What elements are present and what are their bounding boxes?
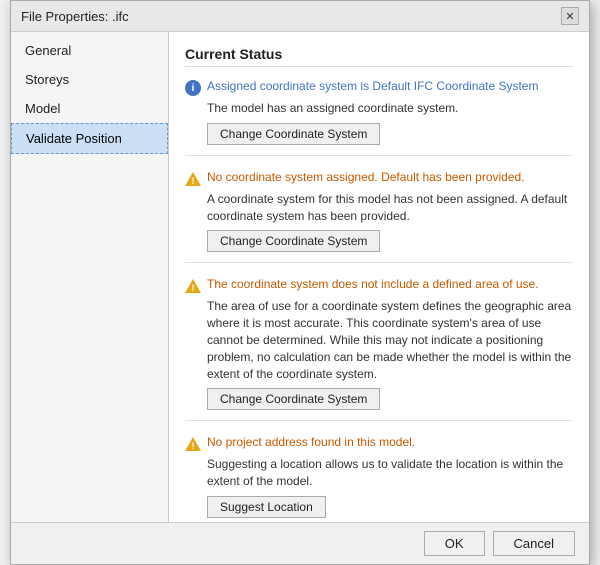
dialog-title: File Properties: .ifc (21, 9, 129, 24)
status-block-0: i Assigned coordinate system is Default I… (185, 79, 573, 156)
status-header-0: i Assigned coordinate system is Default I… (185, 79, 573, 96)
warn-icon-2: ! (185, 278, 201, 294)
status-desc-3: Suggesting a location allows us to valid… (207, 456, 573, 490)
status-label-0: Assigned coordinate system is Default IF… (207, 79, 538, 93)
warn-icon-3: ! (185, 436, 201, 452)
sidebar-item-model[interactable]: Model (11, 94, 168, 123)
status-desc-0: The model has an assigned coordinate sys… (207, 100, 573, 117)
content-area: GeneralStoreysModelValidate Position Cur… (11, 32, 589, 522)
status-desc-1: A coordinate system for this model has n… (207, 191, 573, 225)
status-label-2: The coordinate system does not include a… (207, 277, 539, 291)
status-btn-0[interactable]: Change Coordinate System (207, 123, 380, 145)
status-block-1: ! No coordinate system assigned. Default … (185, 170, 573, 264)
section-title: Current Status (185, 46, 573, 67)
sidebar-item-validate-position[interactable]: Validate Position (11, 123, 168, 154)
divider-1 (185, 262, 573, 263)
file-properties-dialog: File Properties: .ifc ✕ GeneralStoreysMo… (10, 0, 590, 565)
ok-button[interactable]: OK (424, 531, 485, 556)
cancel-button[interactable]: Cancel (493, 531, 575, 556)
status-block-2: ! The coordinate system does not include … (185, 277, 573, 421)
divider-0 (185, 155, 573, 156)
status-btn-2[interactable]: Change Coordinate System (207, 388, 380, 410)
status-header-1: ! No coordinate system assigned. Default … (185, 170, 573, 187)
status-btn-1[interactable]: Change Coordinate System (207, 230, 380, 252)
status-label-1: No coordinate system assigned. Default h… (207, 170, 525, 184)
status-btn-3[interactable]: Suggest Location (207, 496, 326, 518)
sidebar: GeneralStoreysModelValidate Position (11, 32, 169, 522)
status-header-3: ! No project address found in this model. (185, 435, 573, 452)
status-desc-2: The area of use for a coordinate system … (207, 298, 573, 382)
svg-text:!: ! (192, 441, 195, 451)
status-block-3: ! No project address found in this model.… (185, 435, 573, 518)
main-content: Current Status i Assigned coordinate syst… (169, 32, 589, 522)
status-header-2: ! The coordinate system does not include … (185, 277, 573, 294)
warn-icon-1: ! (185, 171, 201, 187)
info-icon-0: i (185, 80, 201, 96)
svg-text:!: ! (192, 283, 195, 293)
svg-text:!: ! (192, 176, 195, 186)
divider-2 (185, 420, 573, 421)
close-button[interactable]: ✕ (561, 7, 579, 25)
sidebar-item-storeys[interactable]: Storeys (11, 65, 168, 94)
sidebar-item-general[interactable]: General (11, 36, 168, 65)
status-label-3: No project address found in this model. (207, 435, 415, 449)
title-bar: File Properties: .ifc ✕ (11, 1, 589, 32)
